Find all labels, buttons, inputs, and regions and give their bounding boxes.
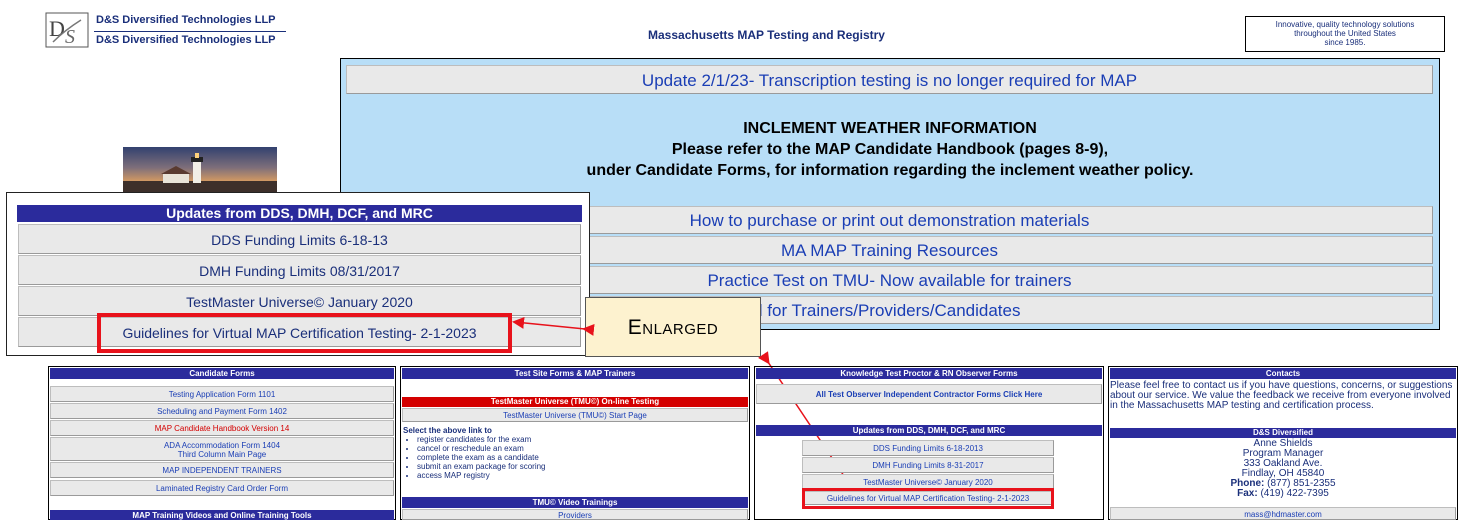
observer-forms-link[interactable]: All Test Observer Independent Contractor… [756,384,1102,404]
contact-fax-row: Fax: (419) 422-7395 [1110,489,1456,499]
contact-fax: (419) 422-7395 [1260,488,1329,499]
tmu-video-title: TMU© Video Trainings [402,497,748,508]
third-column-label: Third Column Main Page [177,450,267,459]
tmu-bullet: access MAP registry [417,471,733,480]
scheduling-payment-form[interactable]: Scheduling and Payment Form 1402 [50,403,394,419]
proctor-dmh-funding[interactable]: DMH Funding Limits 8-31-2017 [802,457,1054,473]
tmu-start-page-link[interactable]: TestMaster Universe (TMU©) Start Page [402,408,748,422]
training-videos-title: MAP Training Videos and Online Training … [50,510,394,520]
contacts-intro: Please feel free to contact us if you ha… [1110,380,1453,411]
contacts-title: Contacts [1110,368,1456,379]
candidate-handbook-link[interactable]: MAP Candidate Handbook Version 14 [50,420,394,436]
independent-trainers-link[interactable]: MAP INDEPENDENT TRAINERS [50,462,394,478]
testing-application-form[interactable]: Testing Application Form 1101 [50,386,394,402]
tmu-online-title: TestMaster Universe (TMU©) On-line Testi… [402,397,748,407]
contacts-org-title: D&S Diversified [1110,428,1456,438]
arrow-to-enlarged [512,316,595,336]
tmu-bullet: submit an exam package for scoring [417,462,733,471]
tmu-instructions: Select the above link to register candid… [403,426,733,480]
fax-label: Fax: [1237,488,1258,499]
contacts-details: Anne Shields Program Manager 333 Oakland… [1110,439,1456,499]
ada-form-label: ADA Accommodation Form 1404 [163,441,281,450]
registry-card-order-form[interactable]: Laminated Registry Card Order Form [50,480,394,496]
candidate-forms-title: Candidate Forms [50,368,394,379]
ada-accommodation-form[interactable]: ADA Accommodation Form 1404 Third Column… [50,437,394,461]
tmu-bullet: register candidates for the exam [417,435,733,444]
tmu-bullet-list: register candidates for the exam cancel … [403,435,733,480]
proctor-updates-title: Updates from DDS, DMH, DCF, and MRC [756,425,1102,436]
proctor-dds-funding[interactable]: DDS Funding Limits 6-18-2013 [802,440,1054,456]
tmu-bullet: cancel or reschedule an exam [417,444,733,453]
providers-link[interactable]: Providers [402,509,748,520]
test-site-title: Test Site Forms & MAP Trainers [402,368,748,379]
contact-email-link[interactable]: mass@hdmaster.com [1110,507,1456,520]
tmu-bullet: complete the exam as a candidate [417,453,733,462]
proctor-guidelines-highlight [802,488,1054,509]
select-link-text: Select the above link to [403,426,492,435]
proctor-title: Knowledge Test Proctor & RN Observer For… [756,368,1102,379]
